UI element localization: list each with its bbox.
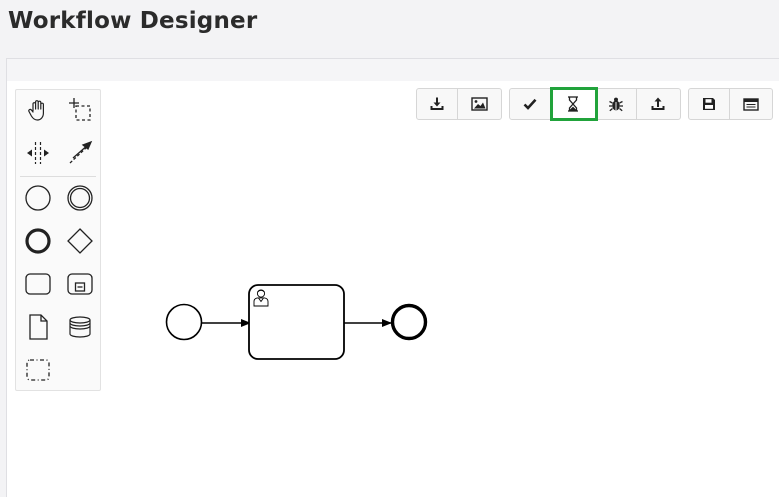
bpmn-diagram (165, 284, 428, 360)
hourglass-button[interactable] (549, 87, 599, 121)
start-event[interactable] (165, 303, 203, 341)
hourglass-icon (568, 96, 579, 112)
end-event[interactable] (390, 303, 428, 341)
